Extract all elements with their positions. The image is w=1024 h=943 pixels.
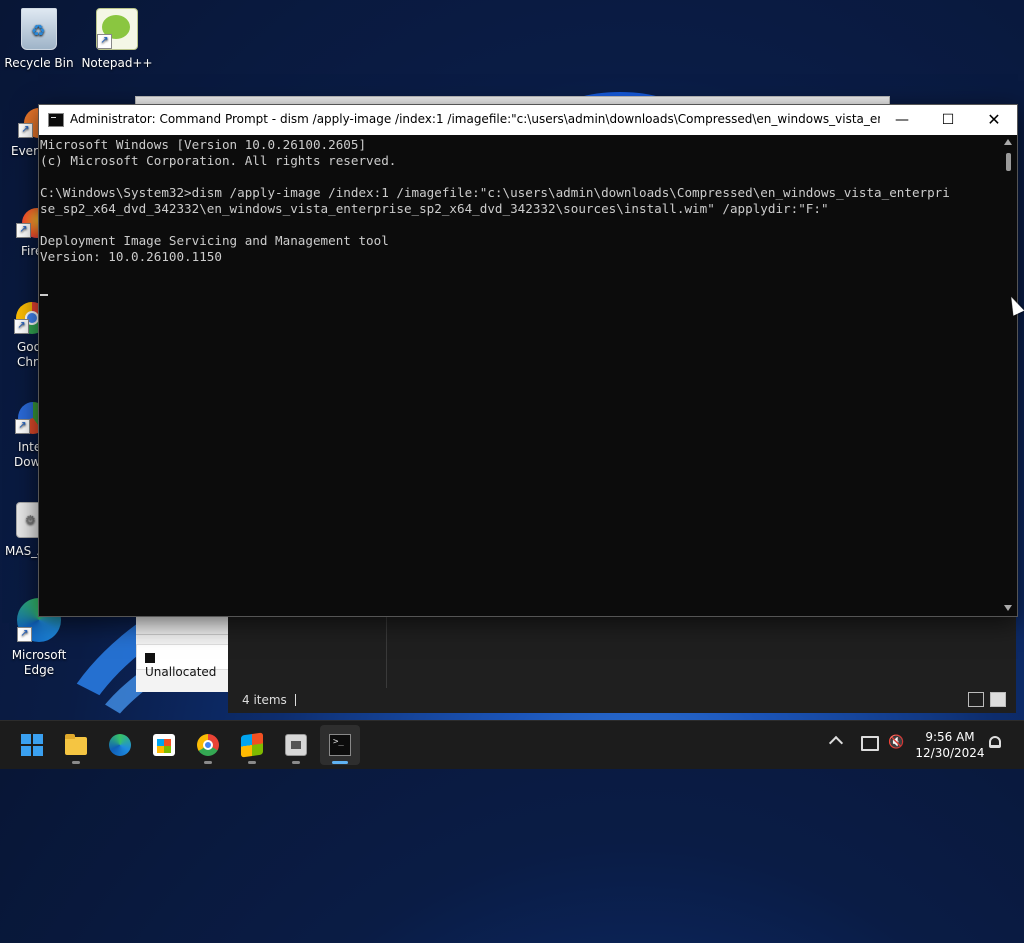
windows-start-icon [21,734,43,756]
desktop-icon-notepadpp[interactable]: ↗ Notepad++ [80,8,154,71]
desktop-icon-recycle-bin[interactable]: ♻ Recycle Bin [2,8,76,71]
command-prompt-window[interactable]: Administrator: Command Prompt - dism /ap… [38,104,1018,617]
system-clock[interactable]: 9:56 AM 12/30/2024 [914,729,986,761]
file-explorer-icon [65,734,87,755]
notification-bell-icon[interactable] [989,736,1001,748]
clock-date: 12/30/2024 [915,746,985,760]
taskbar-start-button[interactable] [12,725,52,765]
chrome-icon [197,734,219,756]
show-hidden-icons-chevron-icon[interactable] [828,735,844,751]
taskbar-edge[interactable] [100,725,140,765]
file-explorer-window[interactable]: 4 items [228,612,1016,713]
console-line: Deployment Image Servicing and Managemen… [40,233,389,248]
edge-icon [109,734,131,756]
minimize-button[interactable]: — [879,105,925,135]
taskbar: 🔇 9:56 AM 12/30/2024 [0,720,1024,769]
title-bar[interactable]: Administrator: Command Prompt - dism /ap… [39,105,1017,135]
vista-icon [241,732,263,758]
shortcut-arrow-icon: ↗ [17,627,32,642]
unallocated-partition[interactable]: Unallocated [136,644,232,679]
console-line: (c) Microsoft Corporation. All rights re… [40,153,397,168]
status-bar: 4 items [242,693,296,707]
pane-divider [386,613,387,688]
scroll-thumb[interactable] [1006,153,1011,171]
console-line: Version: 10.0.26100.1150 [40,249,222,264]
shortcut-arrow-icon: ↗ [16,223,31,238]
tiles-view-icon[interactable] [990,692,1006,707]
desktop-icon-label: Microsoft [11,648,67,662]
taskbar-command-prompt[interactable] [320,725,360,765]
taskbar-chrome[interactable] [188,725,228,765]
taskbar-store[interactable] [144,725,184,765]
text-cursor [40,294,48,296]
close-button[interactable]: ✕ [971,105,1017,135]
item-count: 4 items [242,693,287,707]
taskbar-disk-management[interactable] [276,725,316,765]
scroll-down-icon[interactable] [1004,605,1012,611]
store-icon [153,734,175,756]
maximize-button[interactable]: ☐ [925,105,971,135]
desktop-icon-label: Edge [23,663,55,677]
disk-management-icon [285,734,307,756]
shortcut-arrow-icon: ↗ [15,419,30,434]
details-view-icon[interactable] [968,692,984,707]
vertical-scrollbar[interactable] [1001,137,1016,615]
network-icon[interactable] [861,736,879,751]
desktop-icon-label: Notepad++ [81,56,153,70]
console-output[interactable]: Microsoft Windows [Version 10.0.26100.26… [40,137,998,615]
shortcut-arrow-icon: ↗ [18,123,33,138]
notepadpp-icon: ↗ [96,8,138,50]
clock-time: 9:56 AM [925,730,975,744]
shortcut-arrow-icon: ↗ [97,34,112,49]
taskbar-file-explorer[interactable] [56,725,96,765]
terminal-icon [48,113,64,127]
unallocated-swatch [145,653,155,663]
shortcut-arrow-icon: ↗ [14,319,29,334]
taskbar-vista[interactable] [232,725,272,765]
recycle-bin-icon: ♻ [21,8,57,50]
scroll-up-icon[interactable] [1004,139,1012,145]
disk-management-window[interactable]: Unallocated [136,612,232,692]
unallocated-label: Unallocated [145,665,217,679]
console-line: Microsoft Windows [Version 10.0.26100.26… [40,137,367,152]
divider [136,634,232,635]
terminal-icon [329,734,351,756]
window-title: Administrator: Command Prompt - dism /ap… [70,112,880,126]
volume-muted-icon[interactable]: 🔇 [888,736,904,750]
console-line: se_sp2_x64_dvd_342332\en_windows_vista_e… [40,201,829,216]
desktop-icon-label: Recycle Bin [4,56,74,70]
console-line: C:\Windows\System32>dism /apply-image /i… [40,185,950,200]
